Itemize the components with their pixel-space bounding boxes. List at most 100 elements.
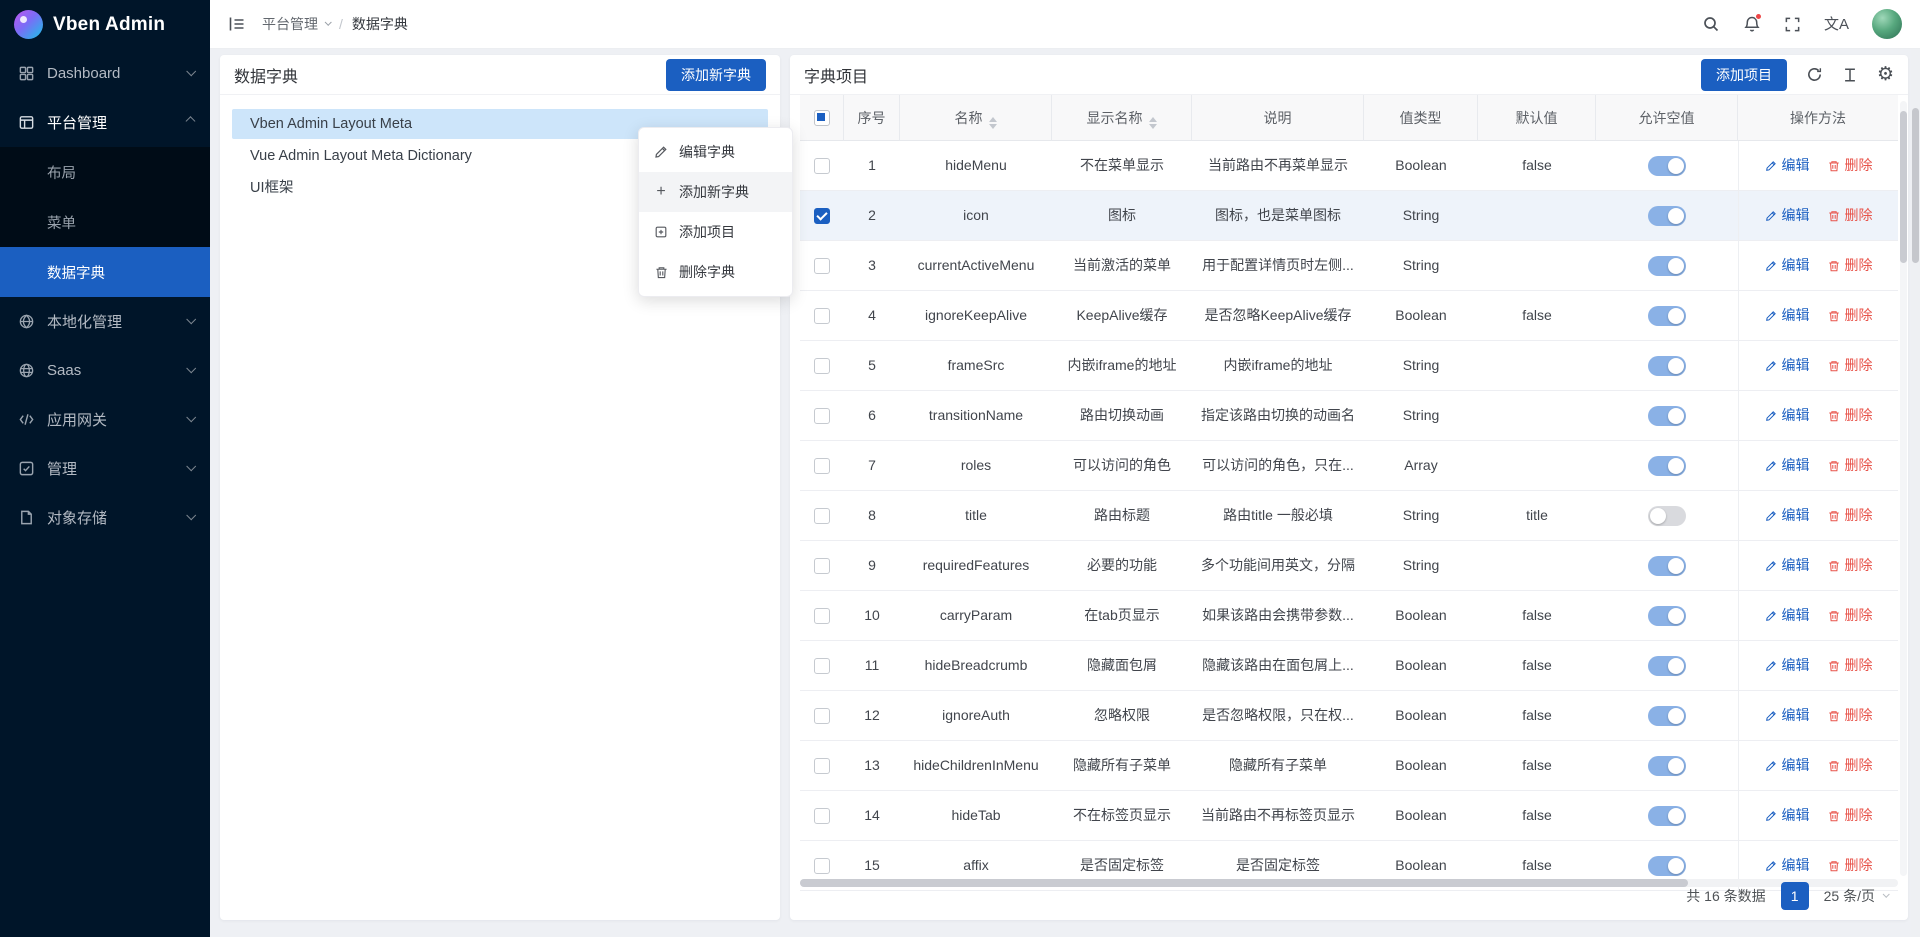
edit-button[interactable]: 编辑 [1765,691,1810,740]
delete-button[interactable]: 删除 [1828,191,1873,240]
breadcrumb-parent[interactable]: 平台管理 [262,14,330,34]
sidebar-item-management[interactable]: 管理 [0,444,210,493]
sidebar-item-app-gateway[interactable]: 应用网关 [0,395,210,444]
page-size-select[interactable]: 25 条/页 [1824,886,1888,906]
allow-empty-toggle[interactable] [1648,506,1686,526]
avatar[interactable] [1872,9,1902,39]
row-checkbox[interactable] [814,208,830,224]
row-checkbox[interactable] [814,858,830,874]
allow-empty-toggle[interactable] [1648,556,1686,576]
edit-button[interactable]: 编辑 [1765,291,1810,340]
edit-button[interactable]: 编辑 [1765,391,1810,440]
row-checkbox[interactable] [814,758,830,774]
row-checkbox[interactable] [814,508,830,524]
row-checkbox[interactable] [814,808,830,824]
context-menu-edit-dictionary[interactable]: 编辑字典 [639,132,792,172]
allow-empty-toggle[interactable] [1648,456,1686,476]
edit-button[interactable]: 编辑 [1765,641,1810,690]
refresh-icon[interactable] [1806,66,1823,83]
context-menu-delete-dictionary[interactable]: 删除字典 [639,252,792,292]
row-checkbox[interactable] [814,358,830,374]
delete-button[interactable]: 删除 [1828,641,1873,690]
row-checkbox[interactable] [814,708,830,724]
delete-button[interactable]: 删除 [1828,141,1873,190]
delete-button[interactable]: 删除 [1828,491,1873,540]
column-header-name[interactable]: 名称 [900,95,1052,141]
edit-button[interactable]: 编辑 [1765,341,1810,390]
vertical-scrollbar-thumb[interactable] [1900,111,1907,263]
add-dictionary-button[interactable]: 添加新字典 [666,59,766,91]
delete-button[interactable]: 删除 [1828,441,1873,490]
fullscreen-icon[interactable] [1784,16,1801,33]
sort-icon[interactable] [1149,117,1157,129]
sidebar-collapse-icon[interactable] [228,15,246,33]
row-checkbox[interactable] [814,458,830,474]
context-menu-add-item[interactable]: 添加项目 [639,212,792,252]
delete-button[interactable]: 删除 [1828,391,1873,440]
delete-button[interactable]: 删除 [1828,591,1873,640]
sidebar-item-object-storage[interactable]: 对象存储 [0,493,210,542]
delete-button[interactable]: 删除 [1828,691,1873,740]
edit-button[interactable]: 编辑 [1765,791,1810,840]
edit-button[interactable]: 编辑 [1765,441,1810,490]
horizontal-scrollbar-thumb[interactable] [800,879,1688,887]
allow-empty-toggle[interactable] [1648,306,1686,326]
sort-icon[interactable] [989,117,997,129]
select-all-checkbox[interactable] [814,110,830,126]
language-translate-icon[interactable]: 文A [1824,17,1849,32]
sidebar-item-dashboard[interactable]: Dashboard [0,49,210,98]
allow-empty-toggle[interactable] [1648,656,1686,676]
vertical-scrollbar[interactable] [1900,101,1907,876]
column-header-display-name[interactable]: 显示名称 [1052,95,1192,141]
sidebar-item-menu[interactable]: 菜单 [0,197,210,247]
sidebar-item-platform-management[interactable]: 平台管理 [0,98,210,147]
select-all-cell [800,95,844,141]
delete-button[interactable]: 删除 [1828,291,1873,340]
add-item-button[interactable]: 添加项目 [1701,59,1787,91]
allow-empty-toggle[interactable] [1648,806,1686,826]
edit-button[interactable]: 编辑 [1765,491,1810,540]
row-checkbox[interactable] [814,258,830,274]
sidebar-item-saas[interactable]: Saas [0,346,210,395]
sidebar-item-data-dictionary[interactable]: 数据字典 [0,247,210,297]
row-checkbox[interactable] [814,408,830,424]
window-scrollbar-thumb[interactable] [1912,108,1919,263]
sidebar-menu: Dashboard 平台管理 布局 菜单 数据字典 本地化管理 [0,49,210,542]
gear-icon[interactable]: ⚙ [1877,65,1894,84]
delete-button[interactable]: 删除 [1828,741,1873,790]
allow-empty-toggle[interactable] [1648,856,1686,876]
sidebar-item-layout[interactable]: 布局 [0,147,210,197]
cell-description: 用于配置详情页时左侧... [1192,241,1364,290]
context-menu-add-dictionary[interactable]: + 添加新字典 [639,172,792,212]
delete-button[interactable]: 删除 [1828,241,1873,290]
cell-display-name: 忽略权限 [1052,691,1192,740]
allow-empty-toggle[interactable] [1648,606,1686,626]
window-scrollbar[interactable] [1911,49,1920,937]
allow-empty-toggle[interactable] [1648,256,1686,276]
edit-button[interactable]: 编辑 [1765,541,1810,590]
delete-button[interactable]: 删除 [1828,341,1873,390]
row-checkbox[interactable] [814,608,830,624]
allow-empty-toggle[interactable] [1648,756,1686,776]
allow-empty-toggle[interactable] [1648,406,1686,426]
page-1-button[interactable]: 1 [1781,882,1809,910]
edit-button[interactable]: 编辑 [1765,141,1810,190]
search-icon[interactable] [1702,15,1720,33]
allow-empty-toggle[interactable] [1648,156,1686,176]
edit-button[interactable]: 编辑 [1765,741,1810,790]
sidebar-item-localization[interactable]: 本地化管理 [0,297,210,346]
allow-empty-toggle[interactable] [1648,206,1686,226]
row-checkbox[interactable] [814,308,830,324]
edit-button[interactable]: 编辑 [1765,591,1810,640]
row-checkbox[interactable] [814,558,830,574]
row-height-icon[interactable] [1842,67,1858,83]
delete-button[interactable]: 删除 [1828,791,1873,840]
notifications-bell-icon[interactable] [1743,15,1761,33]
row-checkbox[interactable] [814,158,830,174]
delete-button[interactable]: 删除 [1828,541,1873,590]
allow-empty-toggle[interactable] [1648,356,1686,376]
edit-button[interactable]: 编辑 [1765,241,1810,290]
allow-empty-toggle[interactable] [1648,706,1686,726]
edit-button[interactable]: 编辑 [1765,191,1810,240]
row-checkbox[interactable] [814,658,830,674]
